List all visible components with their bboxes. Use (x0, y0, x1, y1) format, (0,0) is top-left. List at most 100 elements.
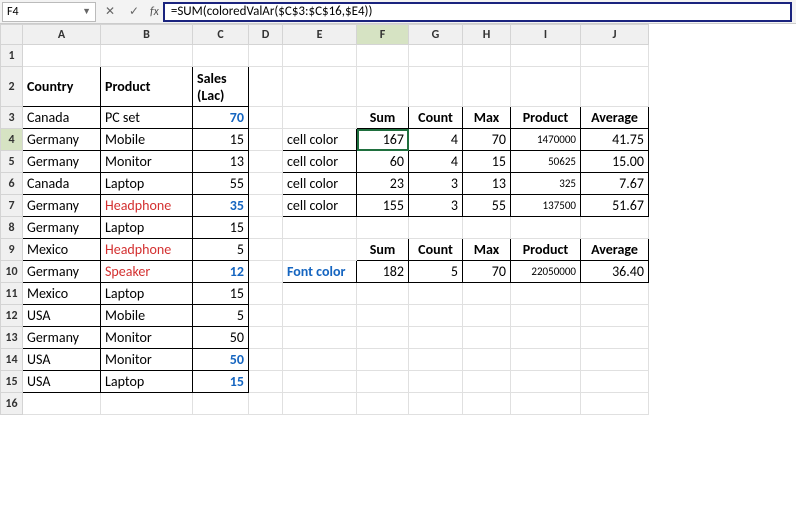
cell-G6[interactable]: 3 (409, 173, 463, 195)
select-all-corner[interactable] (1, 25, 23, 45)
column-header-I[interactable]: I (511, 25, 581, 45)
cell-A9[interactable]: Mexico (23, 239, 101, 261)
row-header-1[interactable]: 1 (1, 45, 23, 67)
cell-D15[interactable] (249, 371, 283, 393)
cell-H7[interactable]: 55 (463, 195, 511, 217)
cell-I9[interactable]: Product (511, 239, 581, 261)
cell-C5[interactable]: 13 (193, 151, 249, 173)
cell-G1[interactable] (409, 45, 463, 67)
cell-A15[interactable]: USA (23, 371, 101, 393)
cell-C12[interactable]: 5 (193, 305, 249, 327)
cell-B11[interactable]: Laptop (101, 283, 193, 305)
cell-B7[interactable]: Headphone (101, 195, 193, 217)
cell-F11[interactable] (357, 283, 409, 305)
cell-F1[interactable] (357, 45, 409, 67)
cell-C9[interactable]: 5 (193, 239, 249, 261)
cancel-icon[interactable]: ✕ (98, 2, 122, 22)
cell-A7[interactable]: Germany (23, 195, 101, 217)
cell-A14[interactable]: USA (23, 349, 101, 371)
cell-H4[interactable]: 70 (463, 129, 511, 151)
cell-I15[interactable] (511, 371, 581, 393)
cell-B2[interactable]: Product (101, 67, 193, 107)
cell-I8[interactable] (511, 217, 581, 239)
cell-C15[interactable]: 15 (193, 371, 249, 393)
cell-E7[interactable]: cell color (283, 195, 357, 217)
cell-D5[interactable] (249, 151, 283, 173)
column-header-D[interactable]: D (249, 25, 283, 45)
cell-C6[interactable]: 55 (193, 173, 249, 195)
cell-G16[interactable] (409, 393, 463, 415)
cell-C3[interactable]: 70 (193, 107, 249, 129)
row-header-9[interactable]: 9 (1, 239, 23, 261)
cell-I10[interactable]: 22050000 (511, 261, 581, 283)
spreadsheet-grid[interactable]: ABCDEFGHIJ12CountryProductSales (Lac)3Ca… (0, 24, 796, 415)
cell-F2[interactable] (357, 67, 409, 107)
cell-E2[interactable] (283, 67, 357, 107)
cell-F13[interactable] (357, 327, 409, 349)
cell-A10[interactable]: Germany (23, 261, 101, 283)
cell-D2[interactable] (249, 67, 283, 107)
row-header-14[interactable]: 14 (1, 349, 23, 371)
cell-J3[interactable]: Average (581, 107, 649, 129)
cell-E15[interactable] (283, 371, 357, 393)
cell-H8[interactable] (463, 217, 511, 239)
cell-J11[interactable] (581, 283, 649, 305)
cell-J9[interactable]: Average (581, 239, 649, 261)
cell-E4[interactable]: cell color (283, 129, 357, 151)
cell-C14[interactable]: 50 (193, 349, 249, 371)
row-header-11[interactable]: 11 (1, 283, 23, 305)
row-header-5[interactable]: 5 (1, 151, 23, 173)
cell-D13[interactable] (249, 327, 283, 349)
cell-J7[interactable]: 51.67 (581, 195, 649, 217)
row-header-12[interactable]: 12 (1, 305, 23, 327)
cell-I12[interactable] (511, 305, 581, 327)
cell-F14[interactable] (357, 349, 409, 371)
cell-F15[interactable] (357, 371, 409, 393)
cell-H1[interactable] (463, 45, 511, 67)
column-header-A[interactable]: A (23, 25, 101, 45)
cell-I6[interactable]: 325 (511, 173, 581, 195)
cell-E6[interactable]: cell color (283, 173, 357, 195)
row-header-3[interactable]: 3 (1, 107, 23, 129)
cell-A1[interactable] (23, 45, 101, 67)
cell-B9[interactable]: Headphone (101, 239, 193, 261)
cell-D8[interactable] (249, 217, 283, 239)
cell-I13[interactable] (511, 327, 581, 349)
column-header-H[interactable]: H (463, 25, 511, 45)
row-header-4[interactable]: 4 (1, 129, 23, 151)
cell-A8[interactable]: Germany (23, 217, 101, 239)
cell-G13[interactable] (409, 327, 463, 349)
row-header-7[interactable]: 7 (1, 195, 23, 217)
column-header-J[interactable]: J (581, 25, 649, 45)
row-header-15[interactable]: 15 (1, 371, 23, 393)
column-header-F[interactable]: F (357, 25, 409, 45)
cell-D14[interactable] (249, 349, 283, 371)
cell-F12[interactable] (357, 305, 409, 327)
cell-G3[interactable]: Count (409, 107, 463, 129)
cell-G2[interactable] (409, 67, 463, 107)
cell-H12[interactable] (463, 305, 511, 327)
cell-G10[interactable]: 5 (409, 261, 463, 283)
cell-D6[interactable] (249, 173, 283, 195)
cell-J8[interactable] (581, 217, 649, 239)
cell-D9[interactable] (249, 239, 283, 261)
cell-B13[interactable]: Monitor (101, 327, 193, 349)
cell-G5[interactable]: 4 (409, 151, 463, 173)
cell-J14[interactable] (581, 349, 649, 371)
cell-C10[interactable]: 12 (193, 261, 249, 283)
cell-G14[interactable] (409, 349, 463, 371)
cell-B10[interactable]: Speaker (101, 261, 193, 283)
cell-A16[interactable] (23, 393, 101, 415)
row-header-10[interactable]: 10 (1, 261, 23, 283)
cell-I2[interactable] (511, 67, 581, 107)
cell-C8[interactable]: 15 (193, 217, 249, 239)
cell-H6[interactable]: 13 (463, 173, 511, 195)
cell-I7[interactable]: 137500 (511, 195, 581, 217)
cell-G12[interactable] (409, 305, 463, 327)
cell-H3[interactable]: Max (463, 107, 511, 129)
cell-G4[interactable]: 4 (409, 129, 463, 151)
cell-B8[interactable]: Laptop (101, 217, 193, 239)
cell-A5[interactable]: Germany (23, 151, 101, 173)
cell-G8[interactable] (409, 217, 463, 239)
cell-A11[interactable]: Mexico (23, 283, 101, 305)
